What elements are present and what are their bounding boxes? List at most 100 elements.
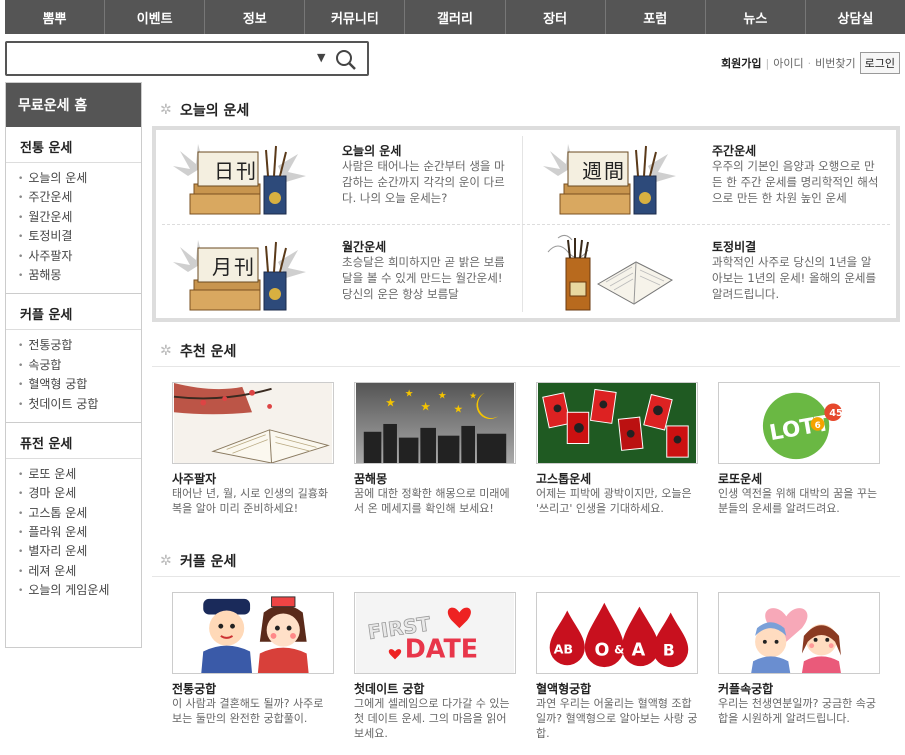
card-desc: 어제는 피박에 광박이지만, 오늘은 '쓰리고' 인생을 기대하세요. [536, 487, 692, 515]
recommend-card-lotto[interactable]: LOTTO 45 6 로또운세 인생 역전을 위해 대박의 꿈을 꾸는 분들의 … [718, 382, 880, 532]
section-title-couple: ✲ 커플 운세 [160, 551, 236, 571]
recommend-card-dream[interactable]: ★ ★ ★ ★ ★ ★ 꿈해몽 꿈에 대한 정확한 해몽으로 미래에서 온 메세지를 … [354, 382, 516, 532]
card-title[interactable]: 사주팔자 [172, 470, 216, 487]
nav-item-forum[interactable]: 포럼 [606, 0, 706, 34]
today-card-title[interactable]: 월간운세 [342, 238, 386, 255]
svg-text:DATE: DATE [405, 633, 478, 663]
sidebar-item[interactable]: 경마 운세 [18, 484, 141, 503]
today-card-desc: 우주의 기본인 음양과 오행으로 만든 한 주간 운세를 명리학적인 해석으로 … [712, 159, 879, 205]
nav-item-gallery[interactable]: 갤러리 [405, 0, 506, 34]
couple-card-traditional[interactable]: 전통궁합 이 사람과 결혼해도 될까? 사주로 보는 둘만의 완전한 궁합풀이. [172, 592, 334, 744]
today-card-title[interactable]: 오늘의 운세 [342, 142, 401, 159]
tojeong-book-image [547, 234, 674, 311]
nav-item-counsel[interactable]: 상담실 [806, 0, 905, 34]
sidebar-item[interactable]: 주간운세 [18, 188, 141, 207]
section-title-recommend: ✲ 추천 운세 [160, 341, 236, 361]
card-title[interactable]: 전통궁합 [172, 680, 216, 697]
svg-text:★: ★ [385, 395, 395, 409]
svg-text:B: B [663, 641, 675, 659]
sidebar-item[interactable]: 오늘의 운세 [18, 169, 141, 188]
sidebar-list-couple: 전통궁합 속궁합 혈액형 궁합 첫데이트 궁합 [6, 330, 141, 422]
user-menu: 회원가입 | 아이디 · 비번찾기 로그인 [721, 52, 900, 74]
sidebar-item[interactable]: 꿈해몽 [18, 266, 141, 285]
card-desc: 인생 역전을 위해 대박의 꿈을 꾸는 분들의 운세를 알려드려요. [718, 487, 878, 515]
nav-item-info[interactable]: 정보 [205, 0, 306, 34]
sidebar-item[interactable]: 고스톱 운세 [18, 504, 141, 523]
find-password-link[interactable]: 비번찾기 [815, 55, 855, 71]
section-divider [152, 576, 900, 577]
card-desc: 그에게 셀레임으로 다가갈 수 있는 첫 데이트 운세. 그의 마음을 읽어보세… [354, 697, 510, 740]
today-card-monthly[interactable]: 月 刊 월간운세 초승달은 희미하지만 곧 밝은 보름달을 볼 수 있게 만드는… [156, 226, 526, 320]
sidebar-item[interactable]: 혈액형 궁합 [18, 375, 141, 394]
today-fortune-box: 日 刊 오늘의 운세 사람은 태어나는 순간부터 생을 마감하는 순간까지 각각… [152, 126, 900, 322]
search-icon[interactable] [335, 49, 357, 71]
section-title-text: 추천 운세 [180, 344, 237, 360]
saju-image [172, 382, 334, 464]
sidebar-item[interactable]: 로또 운세 [18, 465, 141, 484]
section-divider [152, 366, 900, 367]
card-title[interactable]: 커플속궁합 [718, 680, 773, 697]
today-card-title[interactable]: 토정비결 [712, 238, 756, 255]
sidebar: 무료운세 홈 전통 운세 오늘의 운세 주간운세 월간운세 토정비결 사주팔자 … [5, 82, 142, 648]
recommend-card-gostop[interactable]: 고스톱운세 어제는 피박에 광박이지만, 오늘은 '쓰리고' 인생을 기대하세요… [536, 382, 698, 532]
card-title[interactable]: 혈액형궁합 [536, 680, 591, 697]
find-id-link[interactable]: 아이디 [773, 55, 803, 71]
join-link[interactable]: 회원가입 [721, 55, 761, 71]
couple-card-bloodtype[interactable]: AB O & A B 혈액형궁합 과연 우리는 어울리는 혈액형 조합일까? 혈… [536, 592, 698, 744]
nav-item-community[interactable]: 커뮤니티 [305, 0, 406, 34]
svg-text:★: ★ [420, 399, 430, 413]
sidebar-item[interactable]: 전통궁합 [18, 336, 141, 355]
login-button[interactable]: 로그인 [859, 52, 900, 74]
section-title-text: 커플 운세 [180, 554, 237, 570]
flower-bullet-icon: ✲ [160, 553, 172, 569]
today-card-tojeong[interactable]: 토정비결 과학적인 사주로 당신의 1년을 알아보는 1년의 운세! 올해의 운… [526, 226, 896, 320]
couple-card-firstdate[interactable]: FIRST DATE 첫데이트 궁합 그에게 셀레임으로 다가갈 수 있는 첫 … [354, 592, 516, 744]
sidebar-item[interactable]: 첫데이트 궁합 [18, 395, 141, 414]
sidebar-home[interactable]: 무료운세 홈 [6, 83, 141, 127]
sidebar-item[interactable]: 레져 운세 [18, 562, 141, 581]
sidebar-item[interactable]: 속궁합 [18, 356, 141, 375]
svg-text:AB: AB [554, 641, 573, 656]
today-card-weekly[interactable]: 週 間 주간운세 우주의 기본인 음양과 오행으로 만든 한 주간 운세를 명리… [526, 130, 896, 224]
today-card-desc: 사람은 태어나는 순간부터 생을 마감하는 순간까지 각각의 운이 다르다. 나… [342, 159, 505, 205]
daily-scroll-image: 日 刊 [173, 144, 306, 215]
couple-card-inner[interactable]: 커플속궁합 우리는 천생연분일까? 궁금한 속궁합을 시원하게 알려드립니다. [718, 592, 880, 744]
sidebar-group-traditional: 전통 운세 [6, 127, 141, 163]
today-card-daily[interactable]: 日 刊 오늘의 운세 사람은 태어나는 순간부터 생을 마감하는 순간까지 각각… [156, 130, 526, 224]
dream-night-image: ★ ★ ★ ★ ★ ★ [354, 382, 516, 464]
svg-text:A: A [632, 640, 646, 660]
sidebar-group-fusion: 퓨전 운세 [6, 423, 141, 459]
recommend-card-saju[interactable]: 사주팔자 태어난 년, 월, 시로 인생의 길흉화복을 알아 미리 준비하세요! [172, 382, 334, 532]
search-box: ▼ [5, 41, 369, 76]
today-card-title[interactable]: 주간운세 [712, 142, 756, 159]
sidebar-item[interactable]: 월간운세 [18, 208, 141, 227]
nav-item-ppomppu[interactable]: 뽐뿌 [5, 0, 106, 34]
sidebar-item[interactable]: 오늘의 게임운세 [18, 581, 141, 600]
dot-separator: · [807, 56, 812, 70]
svg-text:間: 間 [604, 159, 624, 183]
card-title[interactable]: 로또운세 [718, 470, 762, 487]
svg-text:6: 6 [815, 421, 821, 431]
card-title[interactable]: 꿈해몽 [354, 470, 387, 487]
svg-text:刊: 刊 [234, 255, 254, 279]
sidebar-item[interactable]: 사주팔자 [18, 247, 141, 266]
sidebar-item[interactable]: 토정비결 [18, 227, 141, 246]
monthly-scroll-image: 月 刊 [173, 240, 306, 311]
flower-bullet-icon: ✲ [160, 102, 172, 118]
svg-text:★: ★ [454, 402, 464, 415]
nav-item-event[interactable]: 이벤트 [105, 0, 206, 34]
sidebar-item[interactable]: 별자리 운세 [18, 542, 141, 561]
sidebar-item[interactable]: 플라워 운세 [18, 523, 141, 542]
weekly-scroll-image: 週 間 [543, 144, 676, 215]
nav-item-news[interactable]: 뉴스 [706, 0, 806, 34]
svg-text:★: ★ [438, 391, 447, 402]
card-desc: 이 사람과 결혼해도 될까? 사주로 보는 둘만의 완전한 궁합풀이. [172, 697, 324, 725]
dropdown-arrow-icon[interactable]: ▼ [317, 51, 325, 64]
svg-text:月: 月 [212, 255, 232, 279]
card-title[interactable]: 첫데이트 궁합 [354, 680, 424, 697]
divider [162, 224, 890, 225]
search-input[interactable] [11, 47, 311, 71]
card-title[interactable]: 고스톱운세 [536, 470, 591, 487]
nav-item-market[interactable]: 장터 [506, 0, 606, 34]
svg-text:刊: 刊 [236, 159, 256, 183]
